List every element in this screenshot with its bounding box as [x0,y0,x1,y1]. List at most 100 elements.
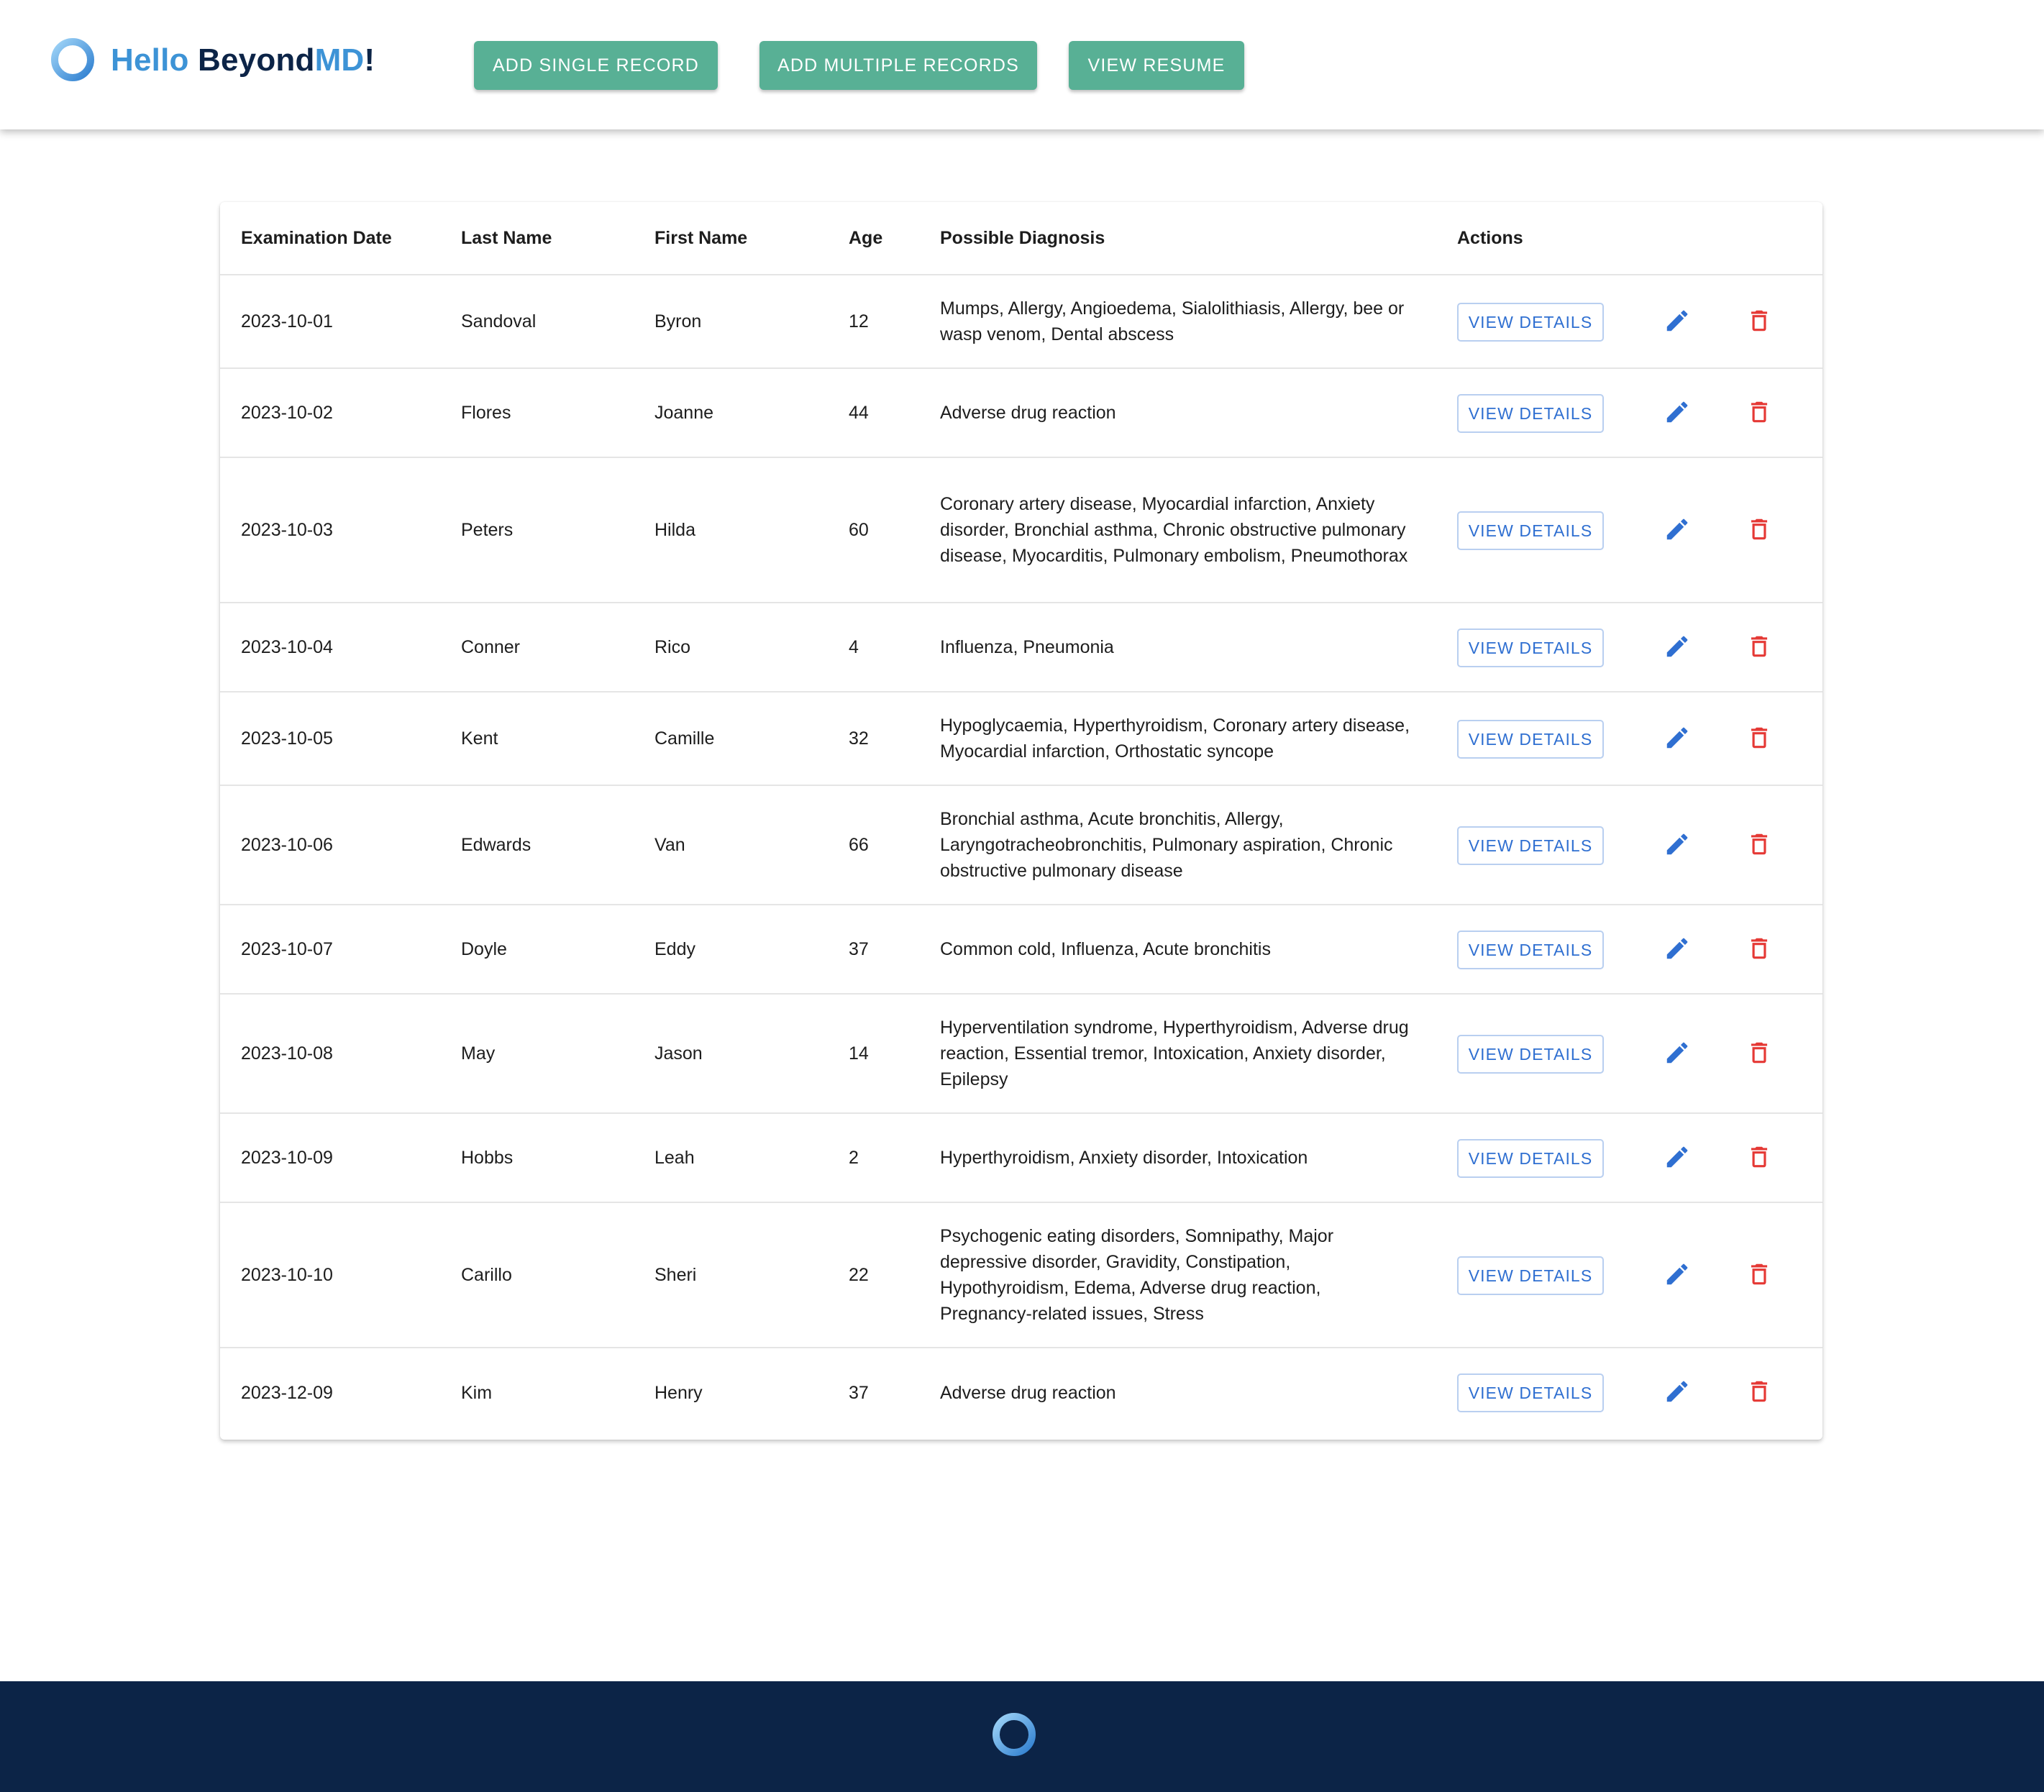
cell-first-name: Joanne [654,403,714,423]
view-resume-button[interactable]: VIEW RESUME [1069,41,1244,90]
cell-last-name: Conner [461,637,520,657]
delete-button[interactable] [1738,392,1781,435]
view-details-button[interactable]: VIEW DETAILS [1457,511,1604,550]
pencil-icon [1664,935,1691,966]
cell-age: 37 [849,939,869,959]
pencil-icon [1664,1143,1691,1174]
view-details-button[interactable]: VIEW DETAILS [1457,931,1604,969]
cell-diagnosis: Hyperthyroidism, Anxiety disorder, Intox… [940,1148,1308,1168]
edit-button[interactable] [1656,1254,1699,1297]
column-header-first-name: First Name [654,228,748,248]
cell-last-name: Peters [461,520,514,540]
cell-exam-date: 2023-10-05 [241,728,333,749]
cell-diagnosis: Psychogenic eating disorders, Somnipathy… [940,1226,1334,1324]
ring-logo-icon [51,38,94,81]
trash-icon [1746,1143,1773,1174]
column-header-last-name: Last Name [461,228,552,248]
cell-exam-date: 2023-10-01 [241,311,333,332]
view-details-button[interactable]: VIEW DETAILS [1457,303,1604,342]
cell-last-name: Flores [461,403,511,423]
trash-icon [1746,516,1773,547]
column-header-actions: Actions [1457,228,1523,248]
edit-button[interactable] [1656,392,1699,435]
cell-age: 66 [849,835,869,855]
table-row: 2023-10-02 Flores Joanne 44 Adverse drug rea… [220,369,1822,458]
delete-button[interactable] [1738,1033,1781,1076]
cell-exam-date: 2023-10-06 [241,835,333,855]
trash-icon [1746,935,1773,966]
edit-button[interactable] [1656,928,1699,972]
pencil-icon [1664,1039,1691,1070]
table-row: 2023-10-04 Conner Rico 4 Influenza, Pneumoni… [220,603,1822,692]
pencil-icon [1664,724,1691,755]
delete-button[interactable] [1738,301,1781,344]
cell-exam-date: 2023-10-02 [241,403,333,423]
cell-first-name: Van [654,835,685,855]
pencil-icon [1664,633,1691,664]
delete-button[interactable] [1738,928,1781,972]
view-details-button[interactable]: VIEW DETAILS [1457,394,1604,433]
edit-button[interactable] [1656,718,1699,761]
trash-icon [1746,633,1773,664]
ring-logo-icon [993,1713,1036,1756]
table-row: 2023-10-08 May Jason 14 Hyperventilation syn… [220,995,1822,1114]
pencil-icon [1664,1261,1691,1292]
pencil-icon [1664,1378,1691,1409]
delete-button[interactable] [1738,1137,1781,1180]
cell-age: 32 [849,728,869,749]
trash-icon [1746,831,1773,861]
pencil-icon [1664,831,1691,861]
view-details-button[interactable]: VIEW DETAILS [1457,1256,1604,1295]
edit-button[interactable] [1656,1137,1699,1180]
delete-button[interactable] [1738,718,1781,761]
edit-button[interactable] [1656,824,1699,867]
table-row: 2023-10-03 Peters Hilda 60 Coronary artery d… [220,458,1822,603]
edit-button[interactable] [1656,626,1699,669]
edit-button[interactable] [1656,1371,1699,1414]
edit-button[interactable] [1656,509,1699,552]
pencil-icon [1664,398,1691,429]
cell-last-name: Sandoval [461,311,537,332]
cell-age: 14 [849,1043,869,1064]
cell-diagnosis: Coronary artery disease, Myocardial infa… [940,494,1408,566]
table-row: 2023-10-06 Edwards Van 66 Bronchial asthma, … [220,786,1822,905]
cell-first-name: Leah [654,1148,695,1168]
view-details-button[interactable]: VIEW DETAILS [1457,628,1604,667]
cell-diagnosis: Adverse drug reaction [940,403,1116,423]
pencil-icon [1664,516,1691,547]
view-details-button[interactable]: VIEW DETAILS [1457,1035,1604,1074]
app-footer [0,1681,2044,1792]
delete-button[interactable] [1738,509,1781,552]
cell-diagnosis: Influenza, Pneumonia [940,637,1114,657]
pencil-icon [1664,307,1691,338]
view-details-button[interactable]: VIEW DETAILS [1457,1373,1604,1412]
app-header: Hello BeyondMD! ADD SINGLE RECORD ADD MU… [0,0,2044,129]
delete-button[interactable] [1738,1371,1781,1414]
cell-diagnosis: Mumps, Allergy, Angioedema, Sialolithias… [940,298,1405,344]
cell-exam-date: 2023-12-09 [241,1383,333,1403]
delete-button[interactable] [1738,626,1781,669]
cell-age: 22 [849,1265,869,1285]
cell-exam-date: 2023-10-09 [241,1148,333,1168]
view-details-button[interactable]: VIEW DETAILS [1457,1139,1604,1178]
table-header-row: Examination Date Last Name First Name Ag… [220,202,1822,275]
cell-diagnosis: Bronchial asthma, Acute bronchitis, Alle… [940,809,1393,881]
trash-icon [1746,724,1773,755]
delete-button[interactable] [1738,824,1781,867]
brand-md: MD [314,42,365,78]
column-header-date: Examination Date [241,228,392,248]
table-row: 2023-10-07 Doyle Eddy 37 Common cold, Influe… [220,905,1822,995]
table-row: 2023-10-10 Carillo Sheri 22 Psychogenic eati… [220,1203,1822,1348]
edit-button[interactable] [1656,301,1699,344]
trash-icon [1746,1261,1773,1292]
delete-button[interactable] [1738,1254,1781,1297]
add-multiple-records-button[interactable]: ADD MULTIPLE RECORDS [759,41,1037,90]
view-details-button[interactable]: VIEW DETAILS [1457,826,1604,865]
edit-button[interactable] [1656,1033,1699,1076]
cell-last-name: Kent [461,728,498,749]
cell-first-name: Rico [654,637,691,657]
cell-diagnosis: Hypoglycaemia, Hyperthyroidism, Coronary… [940,716,1410,762]
cell-age: 60 [849,520,869,540]
add-single-record-button[interactable]: ADD SINGLE RECORD [474,41,718,90]
view-details-button[interactable]: VIEW DETAILS [1457,720,1604,759]
